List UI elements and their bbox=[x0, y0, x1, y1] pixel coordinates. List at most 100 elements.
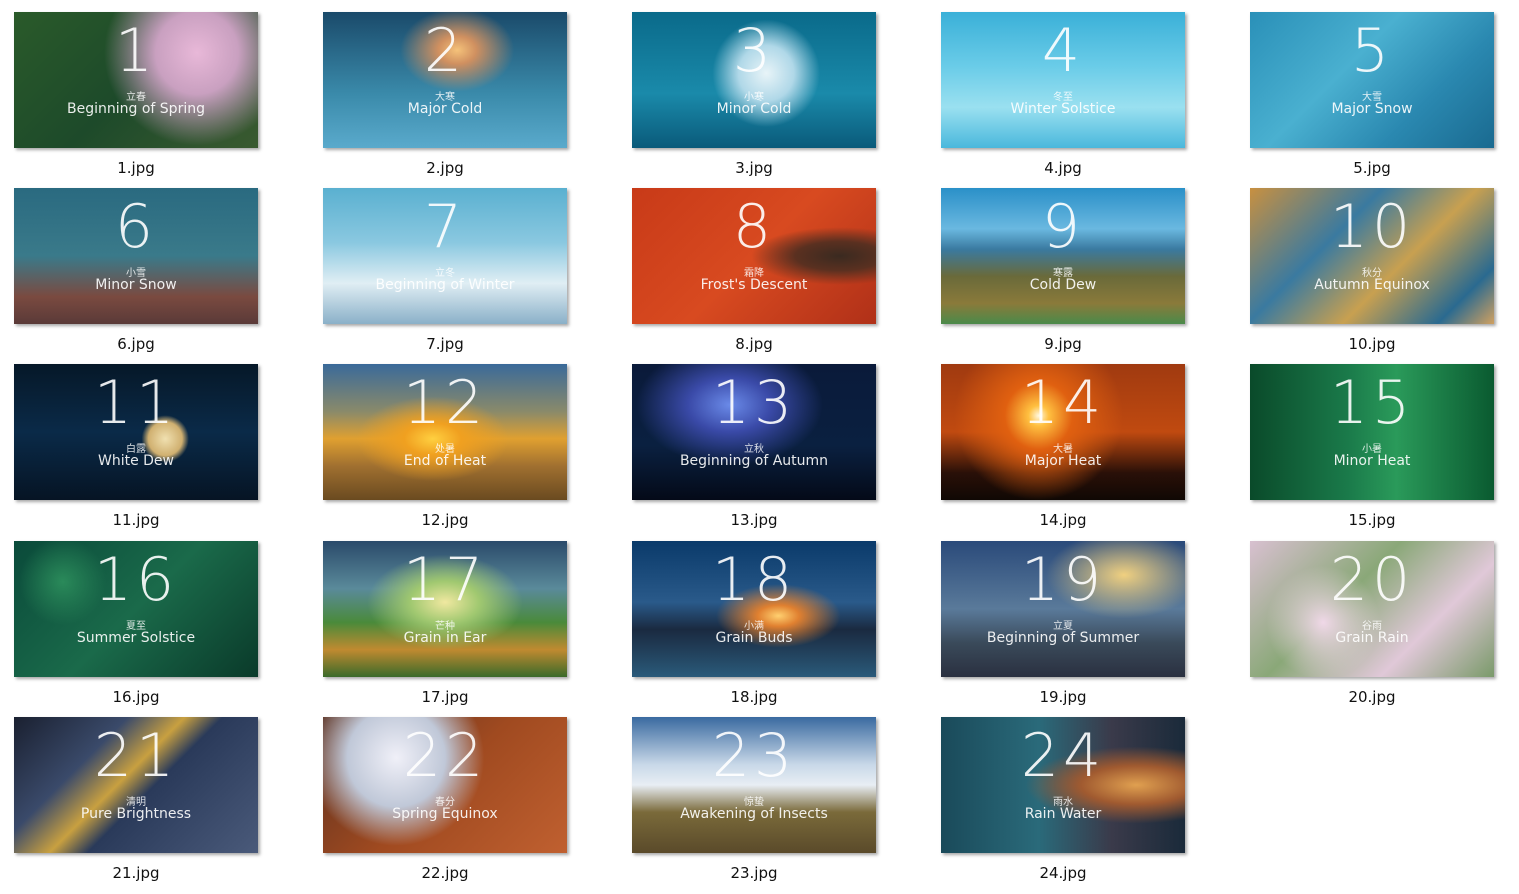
file-item[interactable]: 12 处暑 End of Heat 12.jpg bbox=[323, 364, 567, 540]
image-thumbnail[interactable]: 4 冬至 Winter Solstice bbox=[941, 12, 1185, 148]
file-item[interactable]: 9 寒露 Cold Dew 9.jpg bbox=[941, 188, 1185, 364]
file-name-label[interactable]: 9.jpg bbox=[941, 335, 1185, 353]
image-thumbnail[interactable]: 2 大寒 Major Cold bbox=[323, 12, 567, 148]
file-item[interactable]: 13 立秋 Beginning of Autumn 13.jpg bbox=[632, 364, 876, 540]
thumbnail-english-title: Pure Brightness bbox=[80, 806, 192, 822]
file-item[interactable]: 8 霜降 Frost's Descent 8.jpg bbox=[632, 188, 876, 364]
image-thumbnail[interactable]: 23 惊蛰 Awakening of Insects bbox=[632, 717, 876, 853]
thumbnail-number: 3 bbox=[732, 16, 776, 86]
image-thumbnail[interactable]: 9 寒露 Cold Dew bbox=[941, 188, 1185, 324]
image-thumbnail[interactable]: 20 谷雨 Grain Rain bbox=[1250, 541, 1494, 677]
thumbnail-english-title: Winter Solstice bbox=[1010, 101, 1116, 117]
file-item[interactable]: 19 立夏 Beginning of Summer 19.jpg bbox=[941, 541, 1185, 717]
thumbnail-number: 20 bbox=[1329, 545, 1415, 615]
thumbnail-number: 19 bbox=[1020, 545, 1106, 615]
file-item[interactable]: 5 大雪 Major Snow 5.jpg bbox=[1250, 12, 1494, 188]
image-thumbnail[interactable]: 3 小寒 Minor Cold bbox=[632, 12, 876, 148]
thumbnail-number: 11 bbox=[93, 368, 179, 438]
image-thumbnail[interactable]: 11 白露 White Dew bbox=[14, 364, 258, 500]
file-name-label[interactable]: 3.jpg bbox=[632, 159, 876, 177]
file-item[interactable]: 18 小满 Grain Buds 18.jpg bbox=[632, 541, 876, 717]
file-name-label[interactable]: 15.jpg bbox=[1250, 511, 1494, 529]
file-name-label[interactable]: 19.jpg bbox=[941, 688, 1185, 706]
thumbnail-number: 10 bbox=[1329, 192, 1415, 262]
file-item[interactable]: 17 芒种 Grain in Ear 17.jpg bbox=[323, 541, 567, 717]
image-thumbnail[interactable]: 10 秋分 Autumn Equinox bbox=[1250, 188, 1494, 324]
file-name-label[interactable]: 16.jpg bbox=[14, 688, 258, 706]
thumbnail-number: 7 bbox=[423, 192, 467, 262]
file-item[interactable]: 22 春分 Spring Equinox 22.jpg bbox=[323, 717, 567, 893]
file-item[interactable]: 24 雨水 Rain Water 24.jpg bbox=[941, 717, 1185, 893]
file-item[interactable]: 4 冬至 Winter Solstice 4.jpg bbox=[941, 12, 1185, 188]
file-item[interactable]: 7 立冬 Beginning of Winter 7.jpg bbox=[323, 188, 567, 364]
image-thumbnail[interactable]: 19 立夏 Beginning of Summer bbox=[941, 541, 1185, 677]
file-name-label[interactable]: 4.jpg bbox=[941, 159, 1185, 177]
image-thumbnail[interactable]: 13 立秋 Beginning of Autumn bbox=[632, 364, 876, 500]
file-item[interactable]: 15 小暑 Minor Heat 15.jpg bbox=[1250, 364, 1494, 540]
image-thumbnail[interactable]: 24 雨水 Rain Water bbox=[941, 717, 1185, 853]
file-item[interactable]: 11 白露 White Dew 11.jpg bbox=[14, 364, 258, 540]
thumbnail-english-title: Awakening of Insects bbox=[680, 806, 828, 822]
thumbnail-english-title: Beginning of Winter bbox=[375, 277, 515, 293]
file-item[interactable]: 16 夏至 Summer Solstice 16.jpg bbox=[14, 541, 258, 717]
file-name-label[interactable]: 13.jpg bbox=[632, 511, 876, 529]
thumbnail-english-title: Autumn Equinox bbox=[1314, 277, 1430, 293]
thumbnail-english-title: Minor Snow bbox=[95, 277, 177, 293]
thumbnail-number: 24 bbox=[1020, 721, 1106, 791]
file-item[interactable]: 14 大暑 Major Heat 14.jpg bbox=[941, 364, 1185, 540]
thumbnail-english-title: Major Snow bbox=[1331, 101, 1413, 117]
file-name-label[interactable]: 11.jpg bbox=[14, 511, 258, 529]
file-item[interactable]: 21 清明 Pure Brightness 21.jpg bbox=[14, 717, 258, 893]
image-thumbnail[interactable]: 5 大雪 Major Snow bbox=[1250, 12, 1494, 148]
image-thumbnail[interactable]: 12 处暑 End of Heat bbox=[323, 364, 567, 500]
thumbnail-english-title: Grain Rain bbox=[1335, 630, 1409, 646]
thumbnail-number: 23 bbox=[711, 721, 797, 791]
image-thumbnail[interactable]: 6 小雪 Minor Snow bbox=[14, 188, 258, 324]
file-name-label[interactable]: 1.jpg bbox=[14, 159, 258, 177]
image-thumbnail[interactable]: 16 夏至 Summer Solstice bbox=[14, 541, 258, 677]
thumbnail-english-title: Grain in Ear bbox=[403, 630, 487, 646]
thumbnail-number: 15 bbox=[1329, 368, 1415, 438]
file-name-label[interactable]: 10.jpg bbox=[1250, 335, 1494, 353]
thumbnail-number: 5 bbox=[1350, 16, 1394, 86]
file-name-label[interactable]: 6.jpg bbox=[14, 335, 258, 353]
file-item[interactable]: 20 谷雨 Grain Rain 20.jpg bbox=[1250, 541, 1494, 717]
file-name-label[interactable]: 23.jpg bbox=[632, 864, 876, 882]
image-thumbnail[interactable]: 1 立春 Beginning of Spring bbox=[14, 12, 258, 148]
thumbnail-number: 8 bbox=[732, 192, 776, 262]
file-name-label[interactable]: 20.jpg bbox=[1250, 688, 1494, 706]
file-item[interactable]: 2 大寒 Major Cold 2.jpg bbox=[323, 12, 567, 188]
file-item[interactable]: 3 小寒 Minor Cold 3.jpg bbox=[632, 12, 876, 188]
thumbnail-number: 22 bbox=[402, 721, 488, 791]
file-name-label[interactable]: 2.jpg bbox=[323, 159, 567, 177]
thumbnail-english-title: Beginning of Autumn bbox=[679, 453, 829, 469]
image-thumbnail[interactable]: 7 立冬 Beginning of Winter bbox=[323, 188, 567, 324]
file-name-label[interactable]: 18.jpg bbox=[632, 688, 876, 706]
file-name-label[interactable]: 24.jpg bbox=[941, 864, 1185, 882]
file-name-label[interactable]: 5.jpg bbox=[1250, 159, 1494, 177]
file-name-label[interactable]: 8.jpg bbox=[632, 335, 876, 353]
file-name-label[interactable]: 21.jpg bbox=[14, 864, 258, 882]
file-item[interactable]: 6 小雪 Minor Snow 6.jpg bbox=[14, 188, 258, 364]
file-item[interactable]: 23 惊蛰 Awakening of Insects 23.jpg bbox=[632, 717, 876, 893]
image-thumbnail[interactable]: 21 清明 Pure Brightness bbox=[14, 717, 258, 853]
thumbnail-english-title: Cold Dew bbox=[1029, 277, 1097, 293]
thumbnail-number: 18 bbox=[711, 545, 797, 615]
file-name-label[interactable]: 14.jpg bbox=[941, 511, 1185, 529]
image-thumbnail[interactable]: 17 芒种 Grain in Ear bbox=[323, 541, 567, 677]
image-thumbnail[interactable]: 15 小暑 Minor Heat bbox=[1250, 364, 1494, 500]
file-name-label[interactable]: 22.jpg bbox=[323, 864, 567, 882]
thumbnail-number: 14 bbox=[1020, 368, 1106, 438]
file-item[interactable]: 1 立春 Beginning of Spring 1.jpg bbox=[14, 12, 258, 188]
image-thumbnail[interactable]: 14 大暑 Major Heat bbox=[941, 364, 1185, 500]
thumbnail-english-title: Minor Heat bbox=[1333, 453, 1411, 469]
image-thumbnail[interactable]: 22 春分 Spring Equinox bbox=[323, 717, 567, 853]
image-thumbnail[interactable]: 8 霜降 Frost's Descent bbox=[632, 188, 876, 324]
file-item[interactable]: 10 秋分 Autumn Equinox 10.jpg bbox=[1250, 188, 1494, 364]
thumbnail-english-title: Summer Solstice bbox=[76, 630, 196, 646]
file-name-label[interactable]: 7.jpg bbox=[323, 335, 567, 353]
file-name-label[interactable]: 12.jpg bbox=[323, 511, 567, 529]
file-name-label[interactable]: 17.jpg bbox=[323, 688, 567, 706]
thumbnail-number: 2 bbox=[423, 16, 467, 86]
image-thumbnail[interactable]: 18 小满 Grain Buds bbox=[632, 541, 876, 677]
